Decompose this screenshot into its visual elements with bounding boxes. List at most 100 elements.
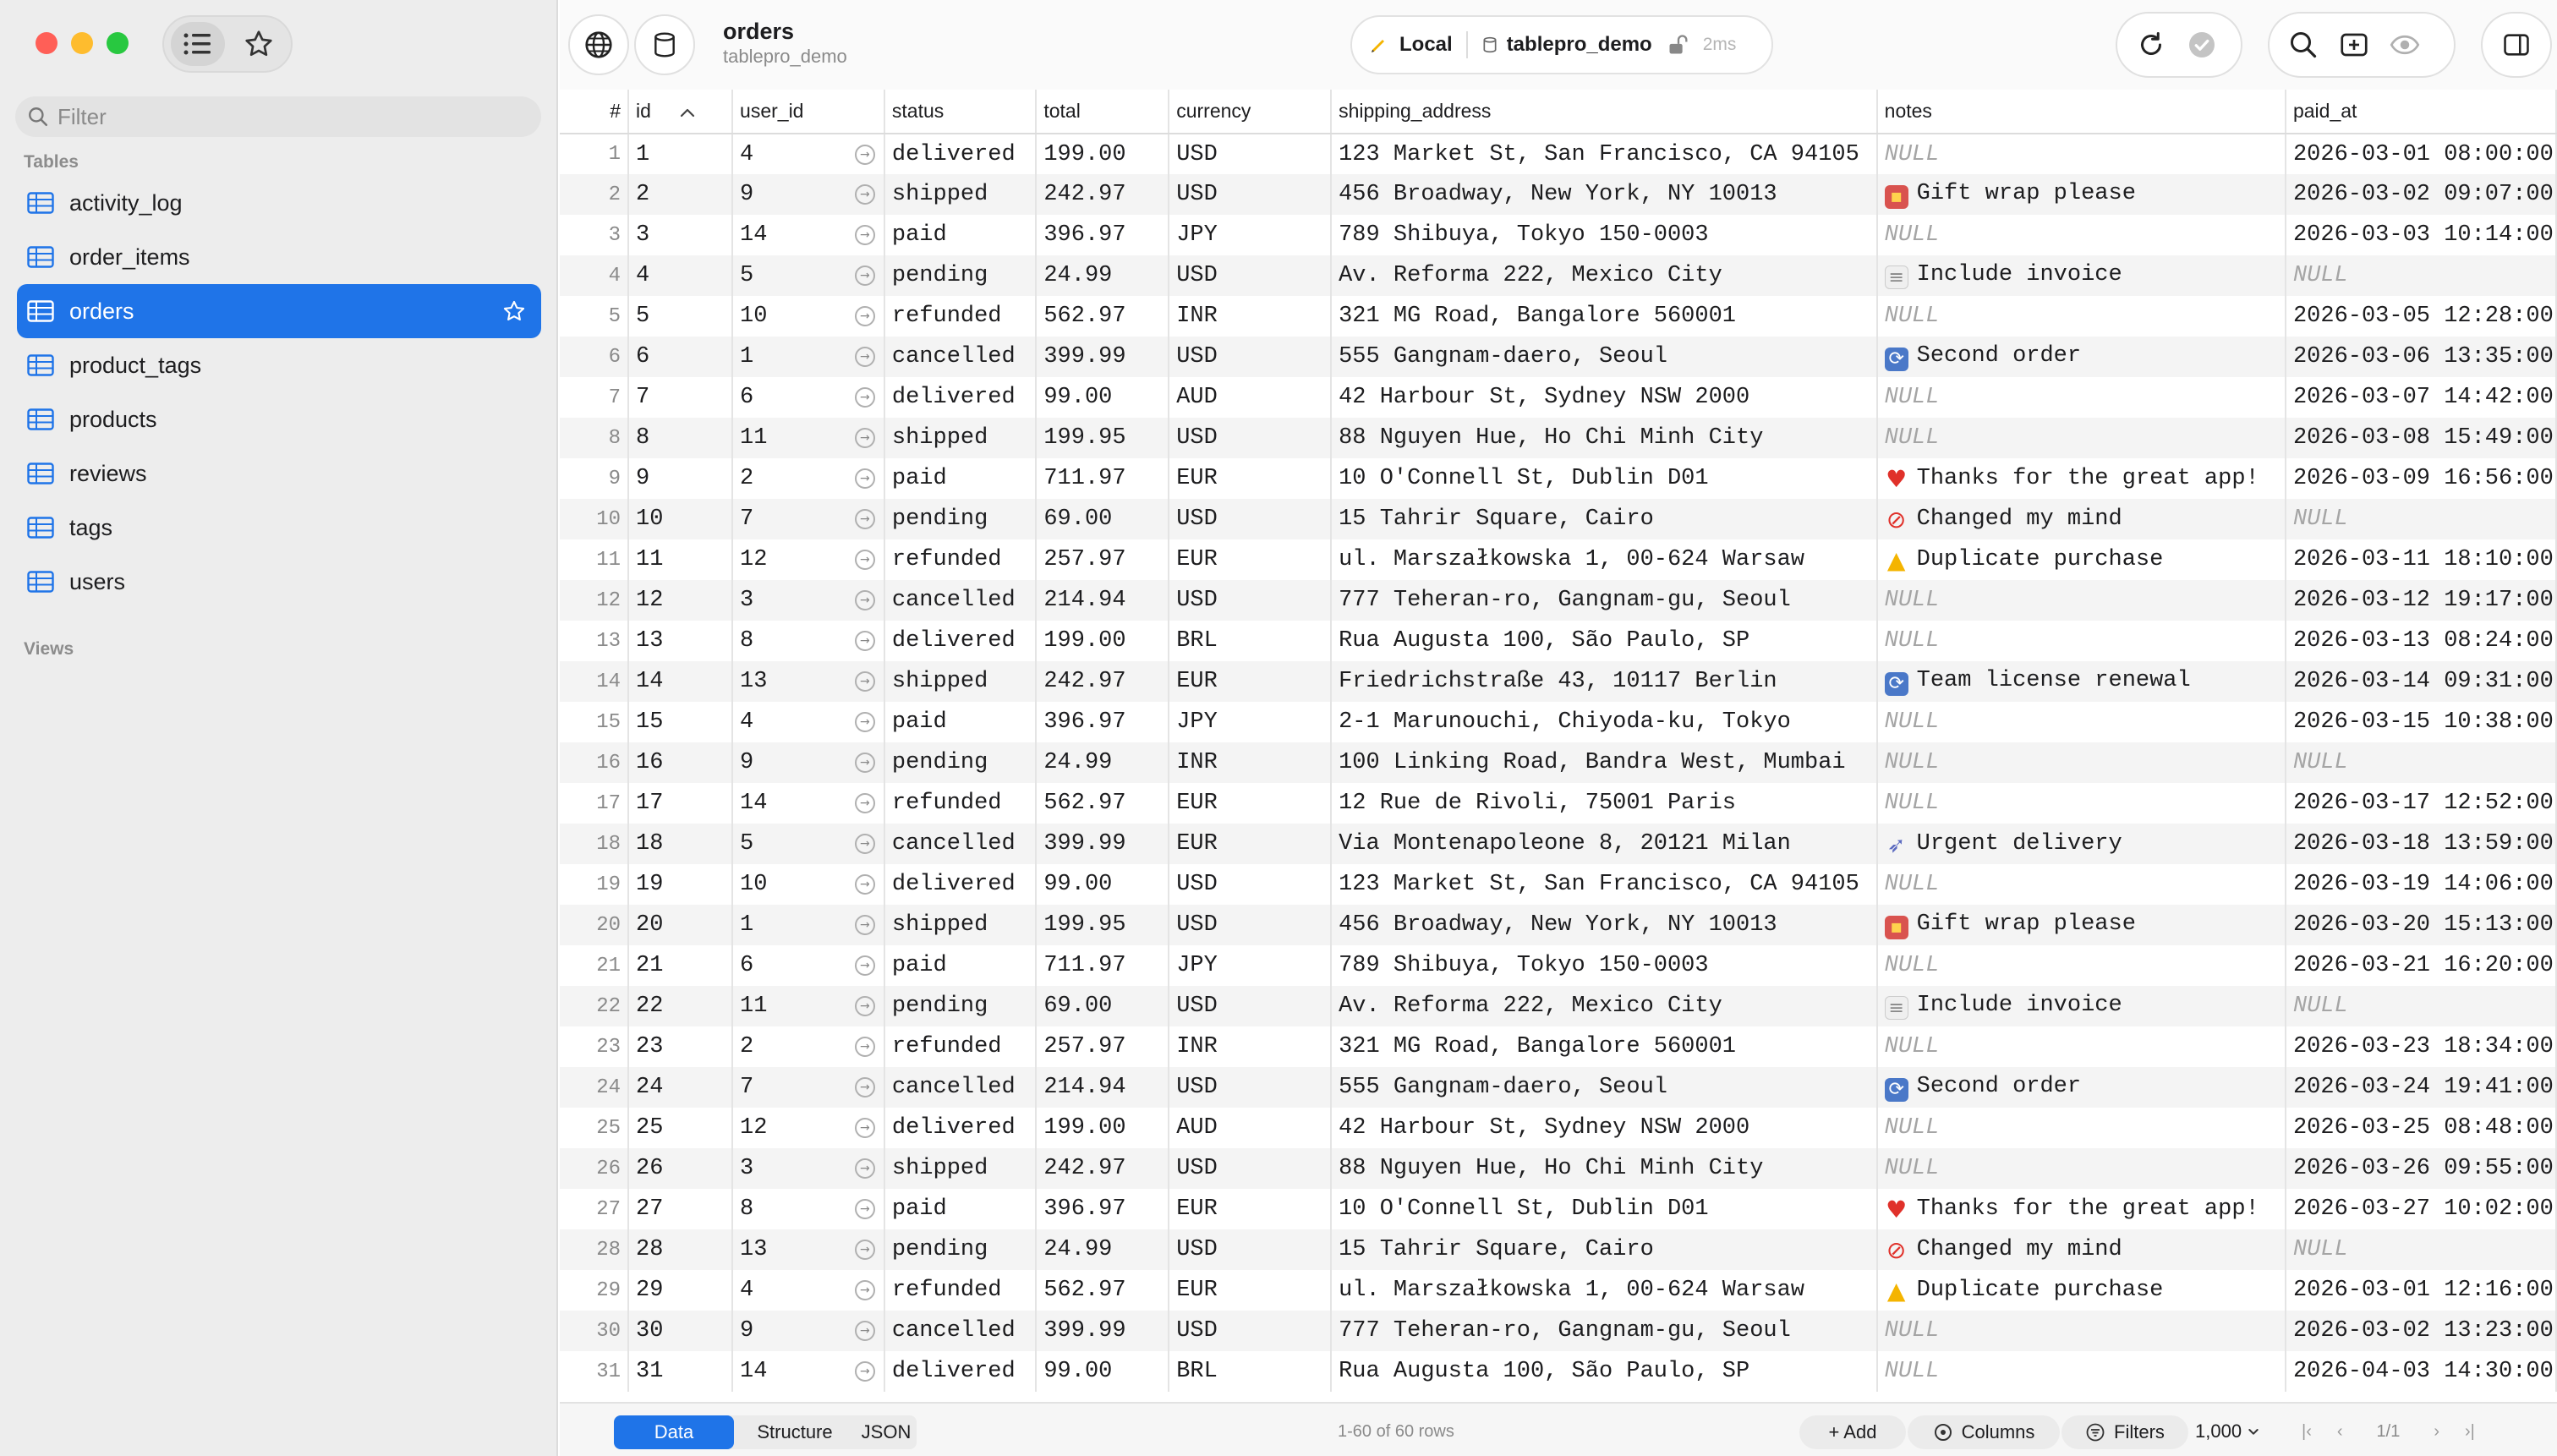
cell-row-number[interactable]: 8 bbox=[560, 418, 630, 458]
cell-total[interactable]: 24.99 bbox=[1036, 742, 1170, 783]
foreign-key-arrow-icon[interactable]: → bbox=[854, 955, 875, 976]
cell-user-id[interactable]: 1 → bbox=[732, 337, 885, 377]
cell-shipping-address[interactable]: 789 Shibuya, Tokyo 150-0003 bbox=[1331, 945, 1878, 986]
cell-notes[interactable]: NULL bbox=[1876, 1148, 2286, 1189]
cell-total[interactable]: 562.97 bbox=[1036, 296, 1170, 337]
cell-user-id[interactable]: 4 → bbox=[732, 134, 885, 174]
cell-user-id[interactable]: 6 → bbox=[732, 945, 885, 986]
cell-shipping-address[interactable]: 777 Teheran-ro, Gangnam-gu, Seoul bbox=[1331, 580, 1878, 621]
foreign-key-arrow-icon[interactable]: → bbox=[854, 145, 875, 165]
cell-total[interactable]: 99.00 bbox=[1036, 377, 1170, 418]
cell-paid-at[interactable]: 2026-03-03 10:14:00 bbox=[2285, 215, 2557, 255]
cell-paid-at[interactable]: NULL bbox=[2285, 255, 2557, 296]
cell-shipping-address[interactable]: 123 Market St, San Francisco, CA 94105 bbox=[1331, 134, 1878, 174]
cell-status[interactable]: cancelled bbox=[884, 824, 1038, 864]
table-row[interactable]: 2 2 9 → shipped 242.97 USD 456 Broadway, New Yo… bbox=[560, 174, 2557, 215]
cell-row-number[interactable]: 26 bbox=[560, 1148, 630, 1189]
cell-shipping-address[interactable]: 10 O'Connell St, Dublin D01 bbox=[1331, 1189, 1878, 1229]
cell-user-id[interactable]: 13 → bbox=[732, 1229, 885, 1270]
cell-notes[interactable]: NULL bbox=[1876, 1026, 2286, 1067]
cell-status[interactable]: delivered bbox=[884, 621, 1038, 661]
cell-shipping-address[interactable]: Rua Augusta 100, São Paulo, SP bbox=[1331, 621, 1878, 661]
cell-paid-at[interactable]: 2026-03-14 09:31:00 bbox=[2285, 661, 2557, 702]
cell-notes[interactable]: ▲ Duplicate purchase bbox=[1876, 539, 2286, 580]
foreign-key-arrow-icon[interactable]: → bbox=[854, 225, 875, 245]
cell-currency[interactable]: EUR bbox=[1169, 1189, 1333, 1229]
cell-user-id[interactable]: 14 → bbox=[732, 1351, 885, 1392]
cell-id[interactable]: 30 bbox=[628, 1311, 734, 1351]
cell-notes[interactable]: NULL bbox=[1876, 1108, 2286, 1148]
cell-row-number[interactable]: 6 bbox=[560, 337, 630, 377]
cell-currency[interactable]: USD bbox=[1169, 1148, 1333, 1189]
cell-notes[interactable]: ▪ Gift wrap please bbox=[1876, 905, 2286, 945]
foreign-key-arrow-icon[interactable]: → bbox=[854, 1321, 875, 1341]
cell-user-id[interactable]: 12 → bbox=[732, 1108, 885, 1148]
foreign-key-arrow-icon[interactable]: → bbox=[854, 1361, 875, 1382]
favorites-button[interactable] bbox=[232, 22, 286, 66]
cell-notes[interactable]: NULL bbox=[1876, 945, 2286, 986]
cell-total[interactable]: 99.00 bbox=[1036, 1351, 1170, 1392]
cell-currency[interactable]: EUR bbox=[1169, 661, 1333, 702]
cell-shipping-address[interactable]: Friedrichstraße 43, 10117 Berlin bbox=[1331, 661, 1878, 702]
table-row[interactable]: 3 3 14 → paid 396.97 JPY 789 Shibuya, Tokyo 150… bbox=[560, 215, 2557, 255]
cell-status[interactable]: refunded bbox=[884, 539, 1038, 580]
cell-notes[interactable]: ⟳ Second order bbox=[1876, 1067, 2286, 1108]
cell-id[interactable]: 17 bbox=[628, 783, 734, 824]
cell-status[interactable]: paid bbox=[884, 215, 1038, 255]
table-row[interactable]: 16 16 9 → pending 24.99 INR 100 Linking Road, B… bbox=[560, 742, 2557, 783]
cell-id[interactable]: 6 bbox=[628, 337, 734, 377]
foreign-key-arrow-icon[interactable]: → bbox=[854, 265, 875, 286]
cell-notes[interactable]: ⟳ Team license renewal bbox=[1876, 661, 2286, 702]
cell-id[interactable]: 31 bbox=[628, 1351, 734, 1392]
cell-total[interactable]: 257.97 bbox=[1036, 539, 1170, 580]
cell-currency[interactable]: BRL bbox=[1169, 621, 1333, 661]
cell-total[interactable]: 199.95 bbox=[1036, 905, 1170, 945]
cell-currency[interactable]: JPY bbox=[1169, 945, 1333, 986]
cell-notes[interactable]: NULL bbox=[1876, 1351, 2286, 1392]
cell-id[interactable]: 4 bbox=[628, 255, 734, 296]
cell-paid-at[interactable]: 2026-04-03 14:30:00 bbox=[2285, 1351, 2557, 1392]
cell-status[interactable]: pending bbox=[884, 742, 1038, 783]
cell-row-number[interactable]: 25 bbox=[560, 1108, 630, 1148]
cell-shipping-address[interactable]: 12 Rue de Rivoli, 75001 Paris bbox=[1331, 783, 1878, 824]
foreign-key-arrow-icon[interactable]: → bbox=[854, 874, 875, 895]
table-row[interactable]: 1 1 4 → delivered 199.00 USD 123 Market St, San… bbox=[560, 134, 2557, 174]
table-row[interactable]: 24 24 7 → cancelled 214.94 USD 555 Gangnam-daer… bbox=[560, 1067, 2557, 1108]
cell-total[interactable]: 711.97 bbox=[1036, 458, 1170, 499]
column-header-user-id[interactable]: user_id bbox=[732, 90, 885, 134]
table-row[interactable]: 13 13 8 → delivered 199.00 BRL Rua Augusta 100,… bbox=[560, 621, 2557, 661]
column-header-notes[interactable]: notes bbox=[1876, 90, 2286, 134]
cell-currency[interactable]: USD bbox=[1169, 1229, 1333, 1270]
cell-total[interactable]: 214.94 bbox=[1036, 580, 1170, 621]
cell-id[interactable]: 22 bbox=[628, 986, 734, 1026]
filters-button[interactable]: Filters bbox=[2061, 1415, 2188, 1449]
cell-paid-at[interactable]: 2026-03-02 13:23:00 bbox=[2285, 1311, 2557, 1351]
cell-user-id[interactable]: 5 → bbox=[732, 824, 885, 864]
cell-user-id[interactable]: 9 → bbox=[732, 174, 885, 215]
cell-user-id[interactable]: 3 → bbox=[732, 1148, 885, 1189]
cell-shipping-address[interactable]: ul. Marszałkowska 1, 00-624 Warsaw bbox=[1331, 1270, 1878, 1311]
tab-data[interactable]: Data bbox=[614, 1415, 734, 1449]
cell-notes[interactable]: ♥ Thanks for the great app! bbox=[1876, 458, 2286, 499]
cell-paid-at[interactable]: 2026-03-20 15:13:00 bbox=[2285, 905, 2557, 945]
cell-shipping-address[interactable]: 2-1 Marunouchi, Chiyoda-ku, Tokyo bbox=[1331, 702, 1878, 742]
foreign-key-arrow-icon[interactable]: → bbox=[854, 1037, 875, 1057]
cell-status[interactable]: refunded bbox=[884, 1270, 1038, 1311]
cell-notes[interactable]: NULL bbox=[1876, 742, 2286, 783]
cell-currency[interactable]: AUD bbox=[1169, 377, 1333, 418]
foreign-key-arrow-icon[interactable]: → bbox=[854, 631, 875, 651]
table-row[interactable]: 10 10 7 → pending 69.00 USD 15 Tahrir Square, C… bbox=[560, 499, 2557, 539]
table-row[interactable]: 28 28 13 → pending 24.99 USD 15 Tahrir Square, … bbox=[560, 1229, 2557, 1270]
cell-currency[interactable]: USD bbox=[1169, 1067, 1333, 1108]
cell-currency[interactable]: INR bbox=[1169, 296, 1333, 337]
cell-user-id[interactable]: 4 → bbox=[732, 1270, 885, 1311]
cell-user-id[interactable]: 4 → bbox=[732, 702, 885, 742]
cell-status[interactable]: cancelled bbox=[884, 1311, 1038, 1351]
cell-total[interactable]: 399.99 bbox=[1036, 1311, 1170, 1351]
tab-structure[interactable]: Structure bbox=[734, 1415, 856, 1449]
table-row[interactable]: 27 27 8 → paid 396.97 EUR 10 O'Connell St, Dubl… bbox=[560, 1189, 2557, 1229]
table-row[interactable]: 21 21 6 → paid 711.97 JPY 789 Shibuya, Tokyo 15… bbox=[560, 945, 2557, 986]
cell-paid-at[interactable]: 2026-03-24 19:41:00 bbox=[2285, 1067, 2557, 1108]
cell-row-number[interactable]: 20 bbox=[560, 905, 630, 945]
table-row[interactable]: 25 25 12 → delivered 199.00 AUD 42 Harbour St, … bbox=[560, 1108, 2557, 1148]
